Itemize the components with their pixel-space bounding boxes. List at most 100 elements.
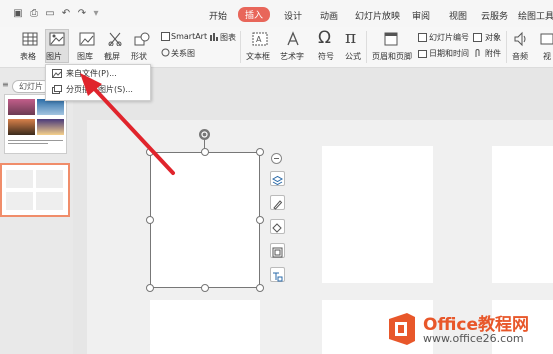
slide-thumbnail[interactable] [4,94,67,154]
undo-icon[interactable]: ↶ [60,8,72,20]
textbox-icon[interactable]: A [252,32,268,46]
header-footer-icon[interactable] [384,32,398,46]
thumbnail-placeholder [6,192,33,210]
symbol-button-label[interactable]: 符号 [318,51,334,62]
table-icon[interactable] [22,32,38,46]
calendar-icon [418,50,427,58]
thumbnail-image [37,99,64,115]
tab-review[interactable]: 审阅 [412,9,430,22]
print-icon[interactable]: ⎙ [28,8,40,20]
wordart-button-label[interactable]: 艺术字 [280,51,304,62]
tab-drawing-tools[interactable]: 绘图工具 [518,9,553,22]
rotate-handle-icon[interactable] [198,128,211,141]
gallery-icon[interactable] [79,32,95,46]
layers-icon [271,175,284,186]
divider [366,31,367,63]
tab-slideshow[interactable]: 幻灯片放映 [355,9,400,22]
textbox-button-label[interactable]: 文本框 [246,51,270,62]
wordart-icon[interactable] [285,31,301,47]
video-icon[interactable] [540,32,553,46]
fill-bucket-icon [272,223,282,233]
paperclip-icon [475,49,480,57]
text-wrap-button[interactable] [270,267,285,282]
ribbon: 表格 图片 图库 截屏 形状 SmartArt 图表 关系图 A 文本框 艺术字… [0,27,553,68]
shape-icon[interactable] [134,32,150,46]
resize-handle[interactable] [256,284,264,292]
image-placeholder[interactable] [150,300,260,354]
smartart-icon [161,32,170,41]
thumbnail-image [8,99,35,115]
pen-icon [273,200,283,210]
slide-number-icon [418,33,427,42]
gallery-button-label[interactable]: 图库 [77,51,93,62]
thumbnail-placeholder [6,170,33,188]
collapse-icon[interactable] [271,153,282,164]
layers-button[interactable] [270,171,285,186]
screenshot-button-label[interactable]: 截屏 [104,51,120,62]
image-placeholder[interactable] [492,146,553,283]
chart-icon [210,33,218,41]
speaker-icon[interactable] [513,31,529,47]
annotation-arrow [80,73,175,175]
omega-icon[interactable]: Ω [318,28,331,48]
divider [240,31,241,63]
dropdown-icon[interactable]: ▾ [90,8,102,20]
selected-slide-thumbnail[interactable] [0,163,70,217]
thumbnail-text [8,140,63,141]
object-button[interactable]: 对象 [485,32,501,43]
text-icon [273,272,283,282]
thumbnail-image [37,119,64,135]
thumbnail-placeholder [36,170,63,188]
logo-url: www.office26.com [423,332,524,345]
smartart-button[interactable]: SmartArt [171,32,207,41]
resize-handle[interactable] [146,216,154,224]
save-icon[interactable]: ▣ [12,8,24,20]
tab-cloud[interactable]: 云服务 [481,9,508,22]
pi-icon[interactable]: π [345,28,356,48]
redo-icon[interactable]: ↷ [76,8,88,20]
multi-image-icon [52,85,62,94]
tab-design[interactable]: 设计 [284,9,302,22]
video-button-label[interactable]: 视 [543,51,551,62]
outline-button[interactable] [270,195,285,210]
picture-icon [49,32,65,46]
crop-button[interactable] [270,243,285,258]
chart-button[interactable]: 图表 [220,32,236,43]
svg-text:A: A [256,35,262,44]
relation-button[interactable]: 关系图 [171,48,195,59]
tab-view[interactable]: 视图 [449,9,467,22]
resize-handle[interactable] [256,148,264,156]
image-file-icon [52,69,62,78]
office-logo-icon [389,313,415,345]
resize-handle[interactable] [201,148,209,156]
watermark-logo: Office教程网 www.office26.com [385,309,545,349]
divider [506,31,507,63]
header-footer-button-label[interactable]: 页眉和页脚 [372,51,412,62]
thumbnail-text [8,143,48,144]
audio-button-label[interactable]: 音频 [512,51,528,62]
slide-number-button[interactable]: 幻灯片编号 [429,32,469,43]
resize-handle[interactable] [146,284,154,292]
resize-handle[interactable] [256,216,264,224]
datetime-button[interactable]: 日期和时间 [429,48,469,59]
title-bar: ▣ ⎙ ▭ ↶ ↷ ▾ 开始 插入 设计 动画 幻灯片放映 审阅 视图 云服务 … [0,0,553,27]
formula-button-label[interactable]: 公式 [345,51,361,62]
table-button-label[interactable]: 表格 [20,51,36,62]
outline-icon[interactable]: ≡ [2,80,9,89]
shape-button-label[interactable]: 形状 [131,51,147,62]
resize-handle[interactable] [201,284,209,292]
thumbnail-image [8,119,35,135]
preview-icon[interactable]: ▭ [44,8,56,20]
attachment-button[interactable]: 附件 [485,48,501,59]
tab-animation[interactable]: 动画 [320,9,338,22]
relation-icon [161,48,170,57]
screenshot-icon[interactable] [107,32,123,46]
tab-insert[interactable]: 插入 [238,7,271,22]
object-icon [473,33,482,42]
picture-button-label: 图片 [46,52,62,61]
thumbnail-placeholder [36,192,63,210]
image-placeholder[interactable] [322,146,433,283]
tab-home[interactable]: 开始 [209,9,227,22]
fill-button[interactable] [270,219,285,234]
frame-icon [272,247,283,258]
